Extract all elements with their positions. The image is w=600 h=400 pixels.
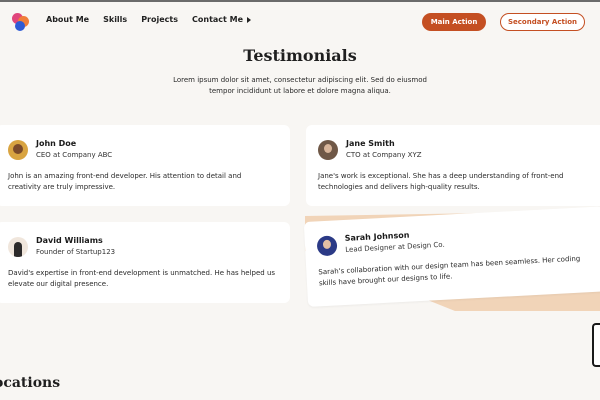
avatar: [8, 139, 28, 160]
nav-link-about[interactable]: About Me: [46, 15, 89, 24]
nav-links: About Me Skills Projects Contact Me: [46, 15, 252, 24]
avatar: [318, 139, 338, 160]
testimonial-name: John Doe: [36, 139, 77, 148]
navbar: About Me Skills Projects Contact Me Main…: [0, 2, 600, 40]
testimonial-text: Jane's work is exceptional. She has a de…: [318, 172, 564, 191]
testimonial-card: Sarah Johnson Lead Designer at Design Co…: [303, 206, 600, 307]
testimonial-role: CEO at Company ABC: [36, 151, 113, 159]
nav-link-contact[interactable]: Contact Me: [192, 15, 252, 24]
secondary-action-button[interactable]: Secondary Action: [500, 13, 585, 31]
main-action-button[interactable]: Main Action: [422, 13, 486, 31]
caret-right-icon: [247, 16, 252, 23]
testimonial-card: David Williams Founder of Startup123 Dav…: [0, 222, 290, 303]
testimonial-card: Jane Smith CTO at Company XYZ Jane's wor…: [306, 125, 600, 206]
avatar: [316, 234, 338, 256]
nav-link-projects[interactable]: Projects: [141, 15, 178, 24]
avatar: [8, 236, 28, 257]
testimonial-role: Founder of Startup123: [36, 248, 116, 256]
nav-link-skills[interactable]: Skills: [103, 15, 127, 24]
section-title: Testimonials: [243, 46, 357, 65]
testimonial-name: Jane Smith: [346, 139, 395, 148]
testimonial-text: David's expertise in front-end developme…: [8, 269, 276, 288]
side-panel-handle[interactable]: [592, 323, 600, 367]
testimonial-card: John Doe CEO at Company ABC John is an a…: [0, 125, 290, 206]
testimonial-text: John is an amazing front-end developer. …: [8, 172, 242, 191]
testimonial-name: David Williams: [36, 236, 103, 245]
locations-heading: ocations: [0, 375, 61, 391]
nav-link-contact-label: Contact Me: [192, 15, 244, 24]
section-subtitle: Lorem ipsum dolor sit amet, consectetur …: [173, 76, 427, 95]
logo-icon[interactable]: [12, 13, 30, 31]
testimonial-role: CTO at Company XYZ: [346, 151, 422, 159]
testimonial-text: Sarah's collaboration with our design te…: [318, 254, 581, 288]
